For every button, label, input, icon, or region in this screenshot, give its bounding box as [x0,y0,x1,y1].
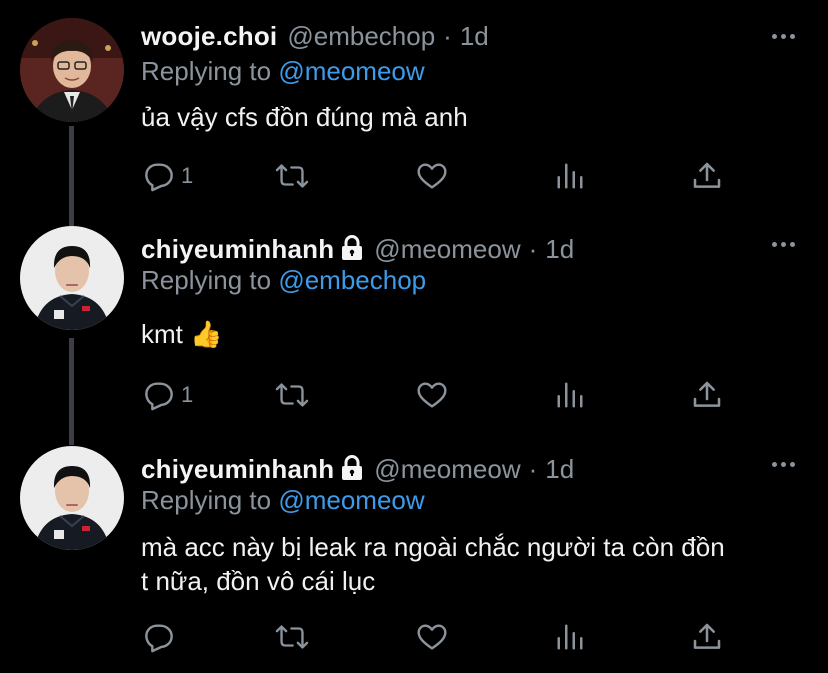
retweet-icon [275,164,309,188]
more-icon[interactable] [772,34,795,39]
analytics-icon [557,163,583,189]
replying-to: Replying to @meomeow [141,485,425,516]
analytics-icon [557,624,583,650]
replying-to-label: Replying to [141,56,272,86]
tweet-text-line: kmt 👍 [141,319,223,349]
share-button[interactable] [691,160,723,192]
timestamp[interactable]: 1d [545,234,574,265]
tweet[interactable]: chiyeuminhanh @meomeow · 1d Replying to … [0,215,828,435]
share-icon [693,381,721,407]
lock-icon [340,235,364,266]
analytics-button[interactable] [555,379,585,411]
action-bar [141,621,741,655]
like-icon [417,624,447,650]
user-handle[interactable]: @embechop [287,21,435,52]
like-icon [417,382,447,408]
avatar-image [20,226,124,330]
action-bar: 1 [141,379,741,413]
mention-link[interactable]: @embechop [278,265,426,295]
retweet-icon [275,625,309,649]
retweet-button[interactable] [275,379,309,411]
share-icon [693,623,721,649]
user-handle[interactable]: @meomeow [374,454,520,485]
avatar[interactable] [20,446,124,550]
reply-button[interactable] [143,621,181,653]
separator-dot: · [528,234,538,264]
display-name[interactable]: chiyeuminhanh [141,234,334,265]
replying-to: Replying to @meomeow [141,56,425,87]
tweet-text: mà acc này bị leak ra ngoài chắc người t… [141,530,725,598]
user-handle[interactable]: @meomeow [374,234,520,265]
like-icon [417,163,447,189]
reply-count: 1 [181,382,194,407]
reply-icon [145,382,173,411]
separator-dot: · [528,454,538,484]
tweet-text-line: ủa vậy cfs đồn đúng mà anh [141,102,468,132]
share-icon [693,162,721,188]
display-name[interactable]: chiyeuminhanh [141,454,334,485]
replying-to-label: Replying to [141,265,272,295]
reply-icon [145,624,173,653]
retweet-button[interactable] [275,621,309,653]
analytics-icon [557,382,583,408]
mention-link[interactable]: @meomeow [278,485,424,515]
reply-count: 1 [181,163,194,188]
timestamp[interactable]: 1d [545,454,574,485]
tweet-text-line: mà acc này bị leak ra ngoài chắc người t… [141,532,725,562]
share-button[interactable] [691,379,723,411]
like-button[interactable] [415,160,449,192]
analytics-button[interactable] [555,160,585,192]
reply-icon [145,163,173,192]
replying-to-label: Replying to [141,485,272,515]
more-icon[interactable] [772,242,795,247]
tweet-text: ủa vậy cfs đồn đúng mà anh [141,100,468,134]
analytics-button[interactable] [555,621,585,653]
reply-button[interactable]: 1 [143,160,193,192]
separator-dot: · [443,21,452,51]
tweet-text-line: t nữa, đồn vô cái lục [141,566,376,596]
reply-button[interactable]: 1 [143,379,193,411]
more-icon[interactable] [772,462,795,467]
like-button[interactable] [415,621,449,653]
lock-icon [340,455,364,486]
retweet-icon [275,383,309,407]
mention-link[interactable]: @meomeow [278,56,424,86]
action-bar: 1 [141,160,741,194]
avatar-image [20,18,124,122]
tweet-text: kmt 👍 [141,317,222,351]
avatar-image [20,446,124,550]
avatar[interactable] [20,226,124,330]
like-button[interactable] [415,379,449,411]
replying-to: Replying to @embechop [141,265,426,296]
tweet[interactable]: chiyeuminhanh @meomeow · 1d Replying to … [0,435,828,673]
avatar[interactable] [20,18,124,122]
tweet[interactable]: wooje.choi @embechop · 1d Replying to @m… [0,0,828,215]
retweet-button[interactable] [275,160,309,192]
display-name[interactable]: wooje.choi [141,21,277,52]
share-button[interactable] [691,621,723,653]
timestamp[interactable]: 1d [460,21,489,52]
